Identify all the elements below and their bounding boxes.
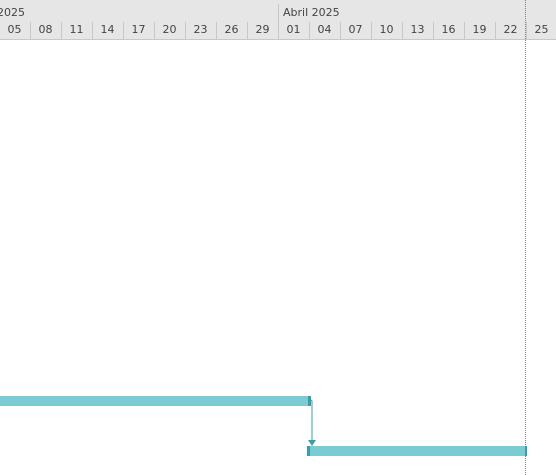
gantt-chart: 2025 Abril 2025 05 08 11 14 17 20 23 26 29 01 04 07… bbox=[0, 0, 556, 475]
dependency-link[interactable] bbox=[0, 0, 556, 475]
dependency-line bbox=[308, 397, 313, 440]
dependency-arrow-icon bbox=[308, 440, 316, 446]
